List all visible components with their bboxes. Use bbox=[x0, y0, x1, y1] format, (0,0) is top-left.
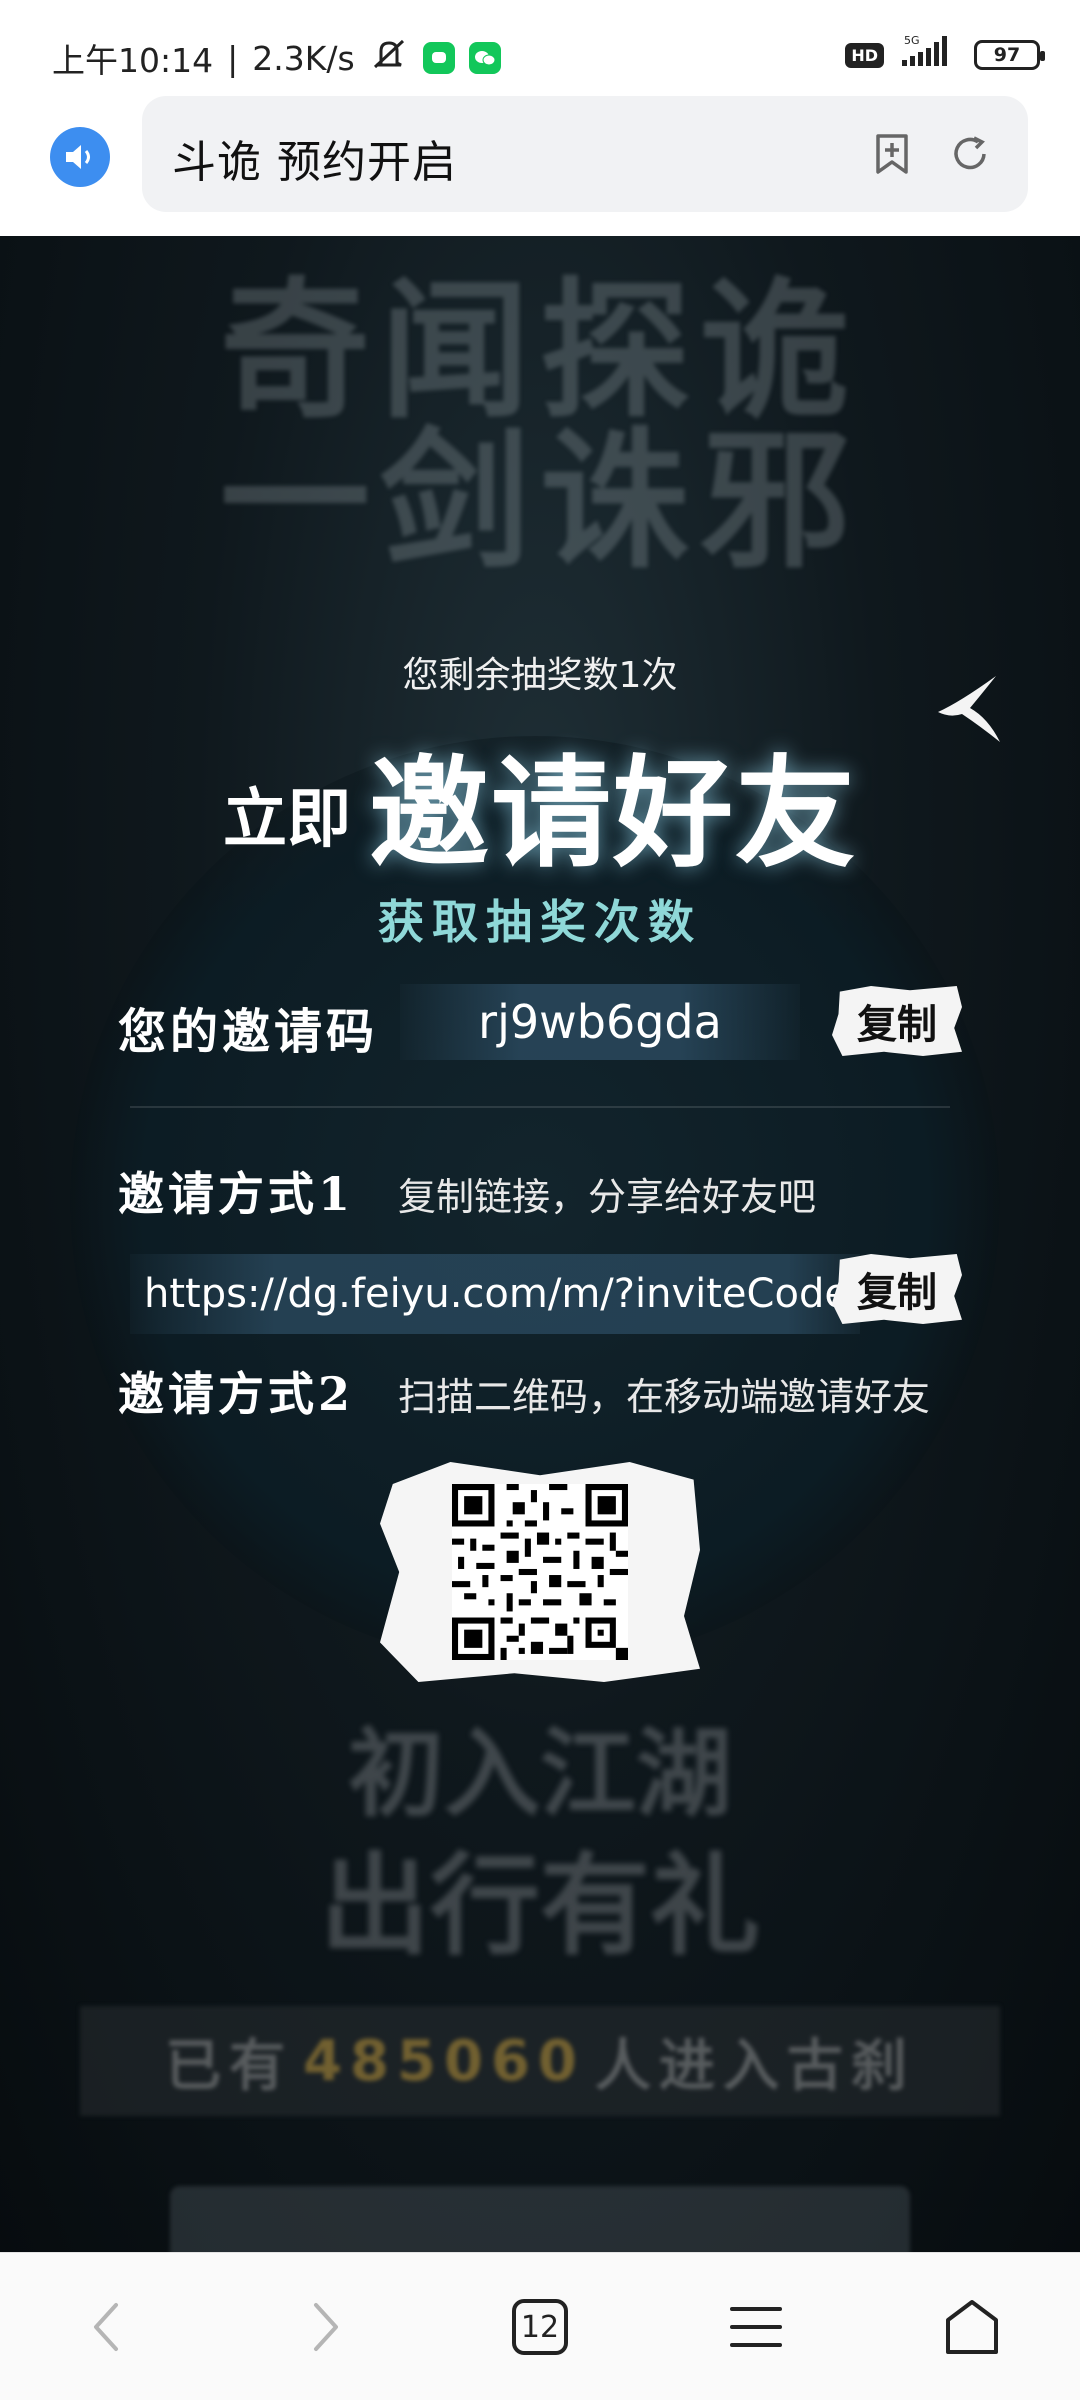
method1-label: 邀请方式1 bbox=[118, 1167, 355, 1221]
tabs-button[interactable]: 12 bbox=[504, 2291, 576, 2363]
signal-icon: 5G bbox=[898, 34, 960, 76]
method2-desc: 扫描二维码，在移动端邀请好友 bbox=[398, 1375, 931, 1419]
headline-small: 立即 bbox=[223, 782, 351, 857]
status-time: 上午10:14 bbox=[52, 41, 214, 80]
address-text[interactable]: 斗诡 预约开启 bbox=[172, 126, 457, 190]
mute-bell-icon bbox=[369, 37, 409, 79]
invite-link-text[interactable]: https://dg.feiyu.com/m/?inviteCode=rj9wb… bbox=[144, 1271, 860, 1317]
invite-modal: 您剩余抽奖数1次 立即 邀请好友 获取抽奖次数 您的邀请码 rj9wb6gda 复… bbox=[0, 236, 1080, 2252]
remaining-draws-text: 您剩余抽奖数1次 bbox=[402, 655, 678, 696]
menu-icon[interactable] bbox=[720, 2291, 792, 2363]
invite-headline: 立即 邀请好友 bbox=[0, 716, 1080, 890]
browser-bottom-nav: 12 bbox=[0, 2252, 1080, 2400]
method1-desc: 复制链接，分享给好友吧 bbox=[398, 1175, 817, 1219]
browser-toolbar: 斗诡 预约开启 bbox=[0, 96, 1080, 236]
invite-subhead: 获取抽奖次数 bbox=[378, 895, 702, 949]
invite-link-box[interactable]: https://dg.feiyu.com/m/?inviteCode=rj9wb… bbox=[130, 1254, 860, 1334]
method2-label: 邀请方式2 bbox=[118, 1367, 355, 1421]
status-right: HD 5G 97 bbox=[845, 34, 1045, 76]
svg-text:5G: 5G bbox=[904, 34, 920, 47]
status-separator: | bbox=[227, 38, 239, 78]
divider bbox=[130, 1106, 950, 1108]
hd-badge: HD bbox=[845, 42, 884, 68]
status-net-speed: 2.3K/s bbox=[252, 38, 355, 78]
qr-code-image bbox=[452, 1484, 628, 1660]
battery-icon: 97 bbox=[974, 40, 1045, 70]
add-bookmark-icon[interactable] bbox=[868, 130, 916, 178]
copy-link-button[interactable]: 复制 bbox=[832, 1254, 962, 1324]
wechat-icon bbox=[468, 42, 501, 74]
copy-code-button[interactable]: 复制 bbox=[832, 986, 962, 1056]
message-app-icon bbox=[422, 42, 455, 74]
headline-big: 邀请好友 bbox=[369, 743, 857, 884]
address-bar[interactable]: 斗诡 预约开启 bbox=[142, 96, 1028, 212]
invite-code-box: rj9wb6gda bbox=[400, 984, 800, 1060]
status-left: 上午10:14 | 2.3K/s bbox=[52, 34, 501, 82]
home-icon[interactable] bbox=[936, 2291, 1008, 2363]
invite-code-value: rj9wb6gda bbox=[478, 995, 722, 1049]
back-icon[interactable] bbox=[70, 2291, 142, 2363]
status-bar: 上午10:14 | 2.3K/s HD 5G 97 bbox=[0, 0, 1080, 96]
tab-count[interactable]: 12 bbox=[512, 2299, 568, 2355]
invite-code-label: 您的邀请码 bbox=[118, 1004, 379, 1060]
sound-icon[interactable] bbox=[50, 127, 110, 187]
reload-icon[interactable] bbox=[946, 130, 994, 178]
qr-code-card bbox=[380, 1462, 700, 1682]
forward-icon[interactable] bbox=[290, 2291, 362, 2363]
